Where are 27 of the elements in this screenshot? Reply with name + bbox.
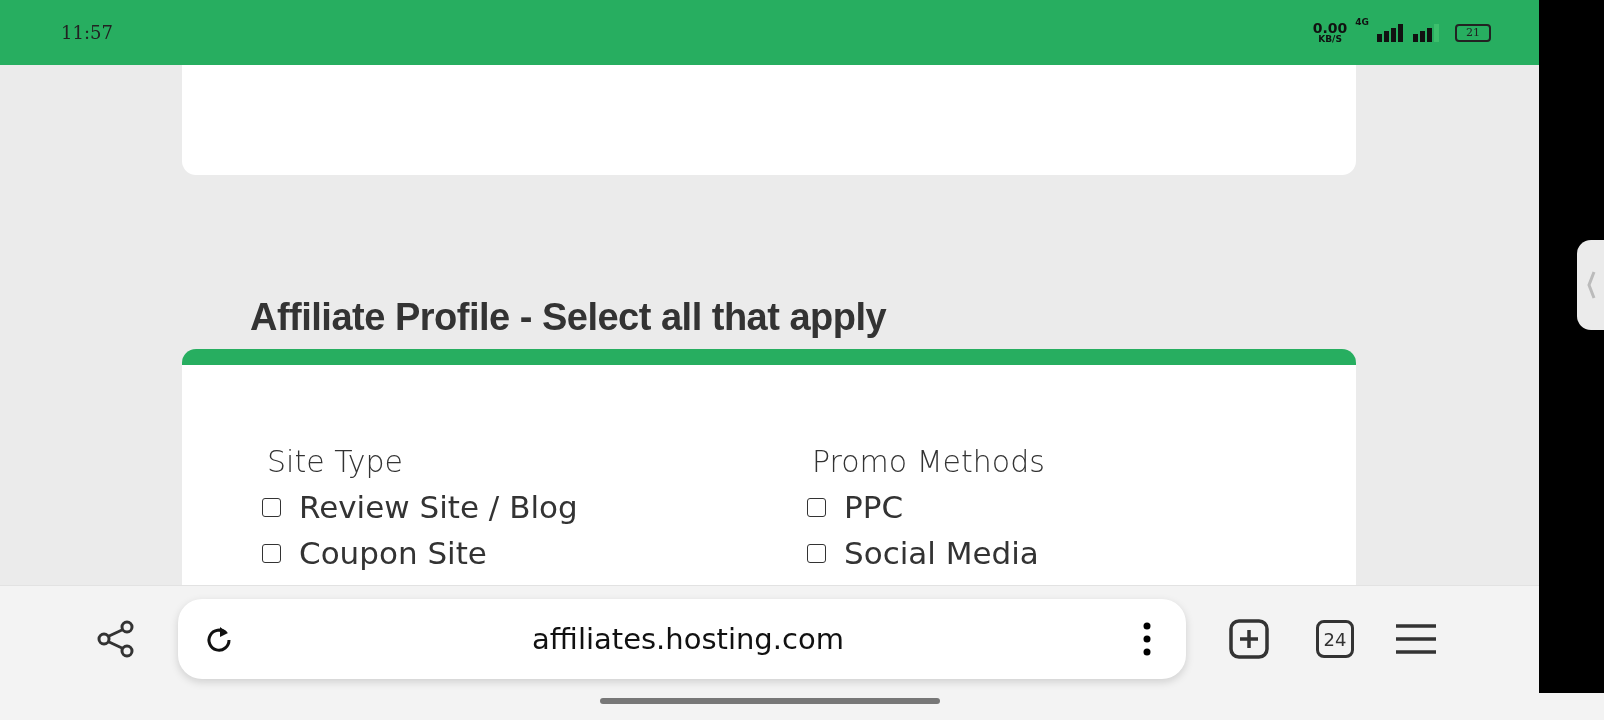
checkbox-label[interactable]: Review Site / Blog: [299, 484, 578, 530]
checkbox[interactable]: [807, 497, 826, 517]
checkbox[interactable]: [262, 543, 281, 563]
address-bar[interactable]: affiliates.hosting.com: [178, 599, 1186, 679]
group-label: Promo Methods: [812, 443, 1046, 481]
section-heading: Affiliate Profile - Select all that apply: [250, 295, 888, 340]
checkbox-label[interactable]: PPC: [844, 484, 904, 530]
more-icon[interactable]: [1142, 621, 1152, 657]
tab-count-button[interactable]: 24: [1316, 620, 1354, 658]
speed-unit: KB/S: [1318, 35, 1342, 44]
checkbox-label[interactable]: Social Media: [844, 530, 1039, 576]
checkbox[interactable]: [262, 497, 281, 517]
checkbox[interactable]: [807, 543, 826, 563]
side-panel-handle[interactable]: [1577, 240, 1604, 330]
signal-icon: [1413, 23, 1441, 42]
network-speed: 0.00: [1312, 21, 1348, 35]
new-tab-icon[interactable]: [1229, 619, 1269, 659]
menu-icon[interactable]: [1396, 623, 1436, 655]
checkbox-label[interactable]: Coupon Site: [299, 530, 487, 576]
group-label: Site Type: [267, 443, 405, 481]
chevron-left-icon: [1585, 270, 1596, 300]
network-type: 4G: [1355, 17, 1369, 27]
signal-icon: [1377, 23, 1405, 42]
status-time: 11:57: [61, 22, 113, 43]
share-icon[interactable]: [96, 619, 136, 659]
url-text[interactable]: affiliates.hosting.com: [532, 622, 844, 656]
battery-icon: 21: [1455, 23, 1491, 42]
